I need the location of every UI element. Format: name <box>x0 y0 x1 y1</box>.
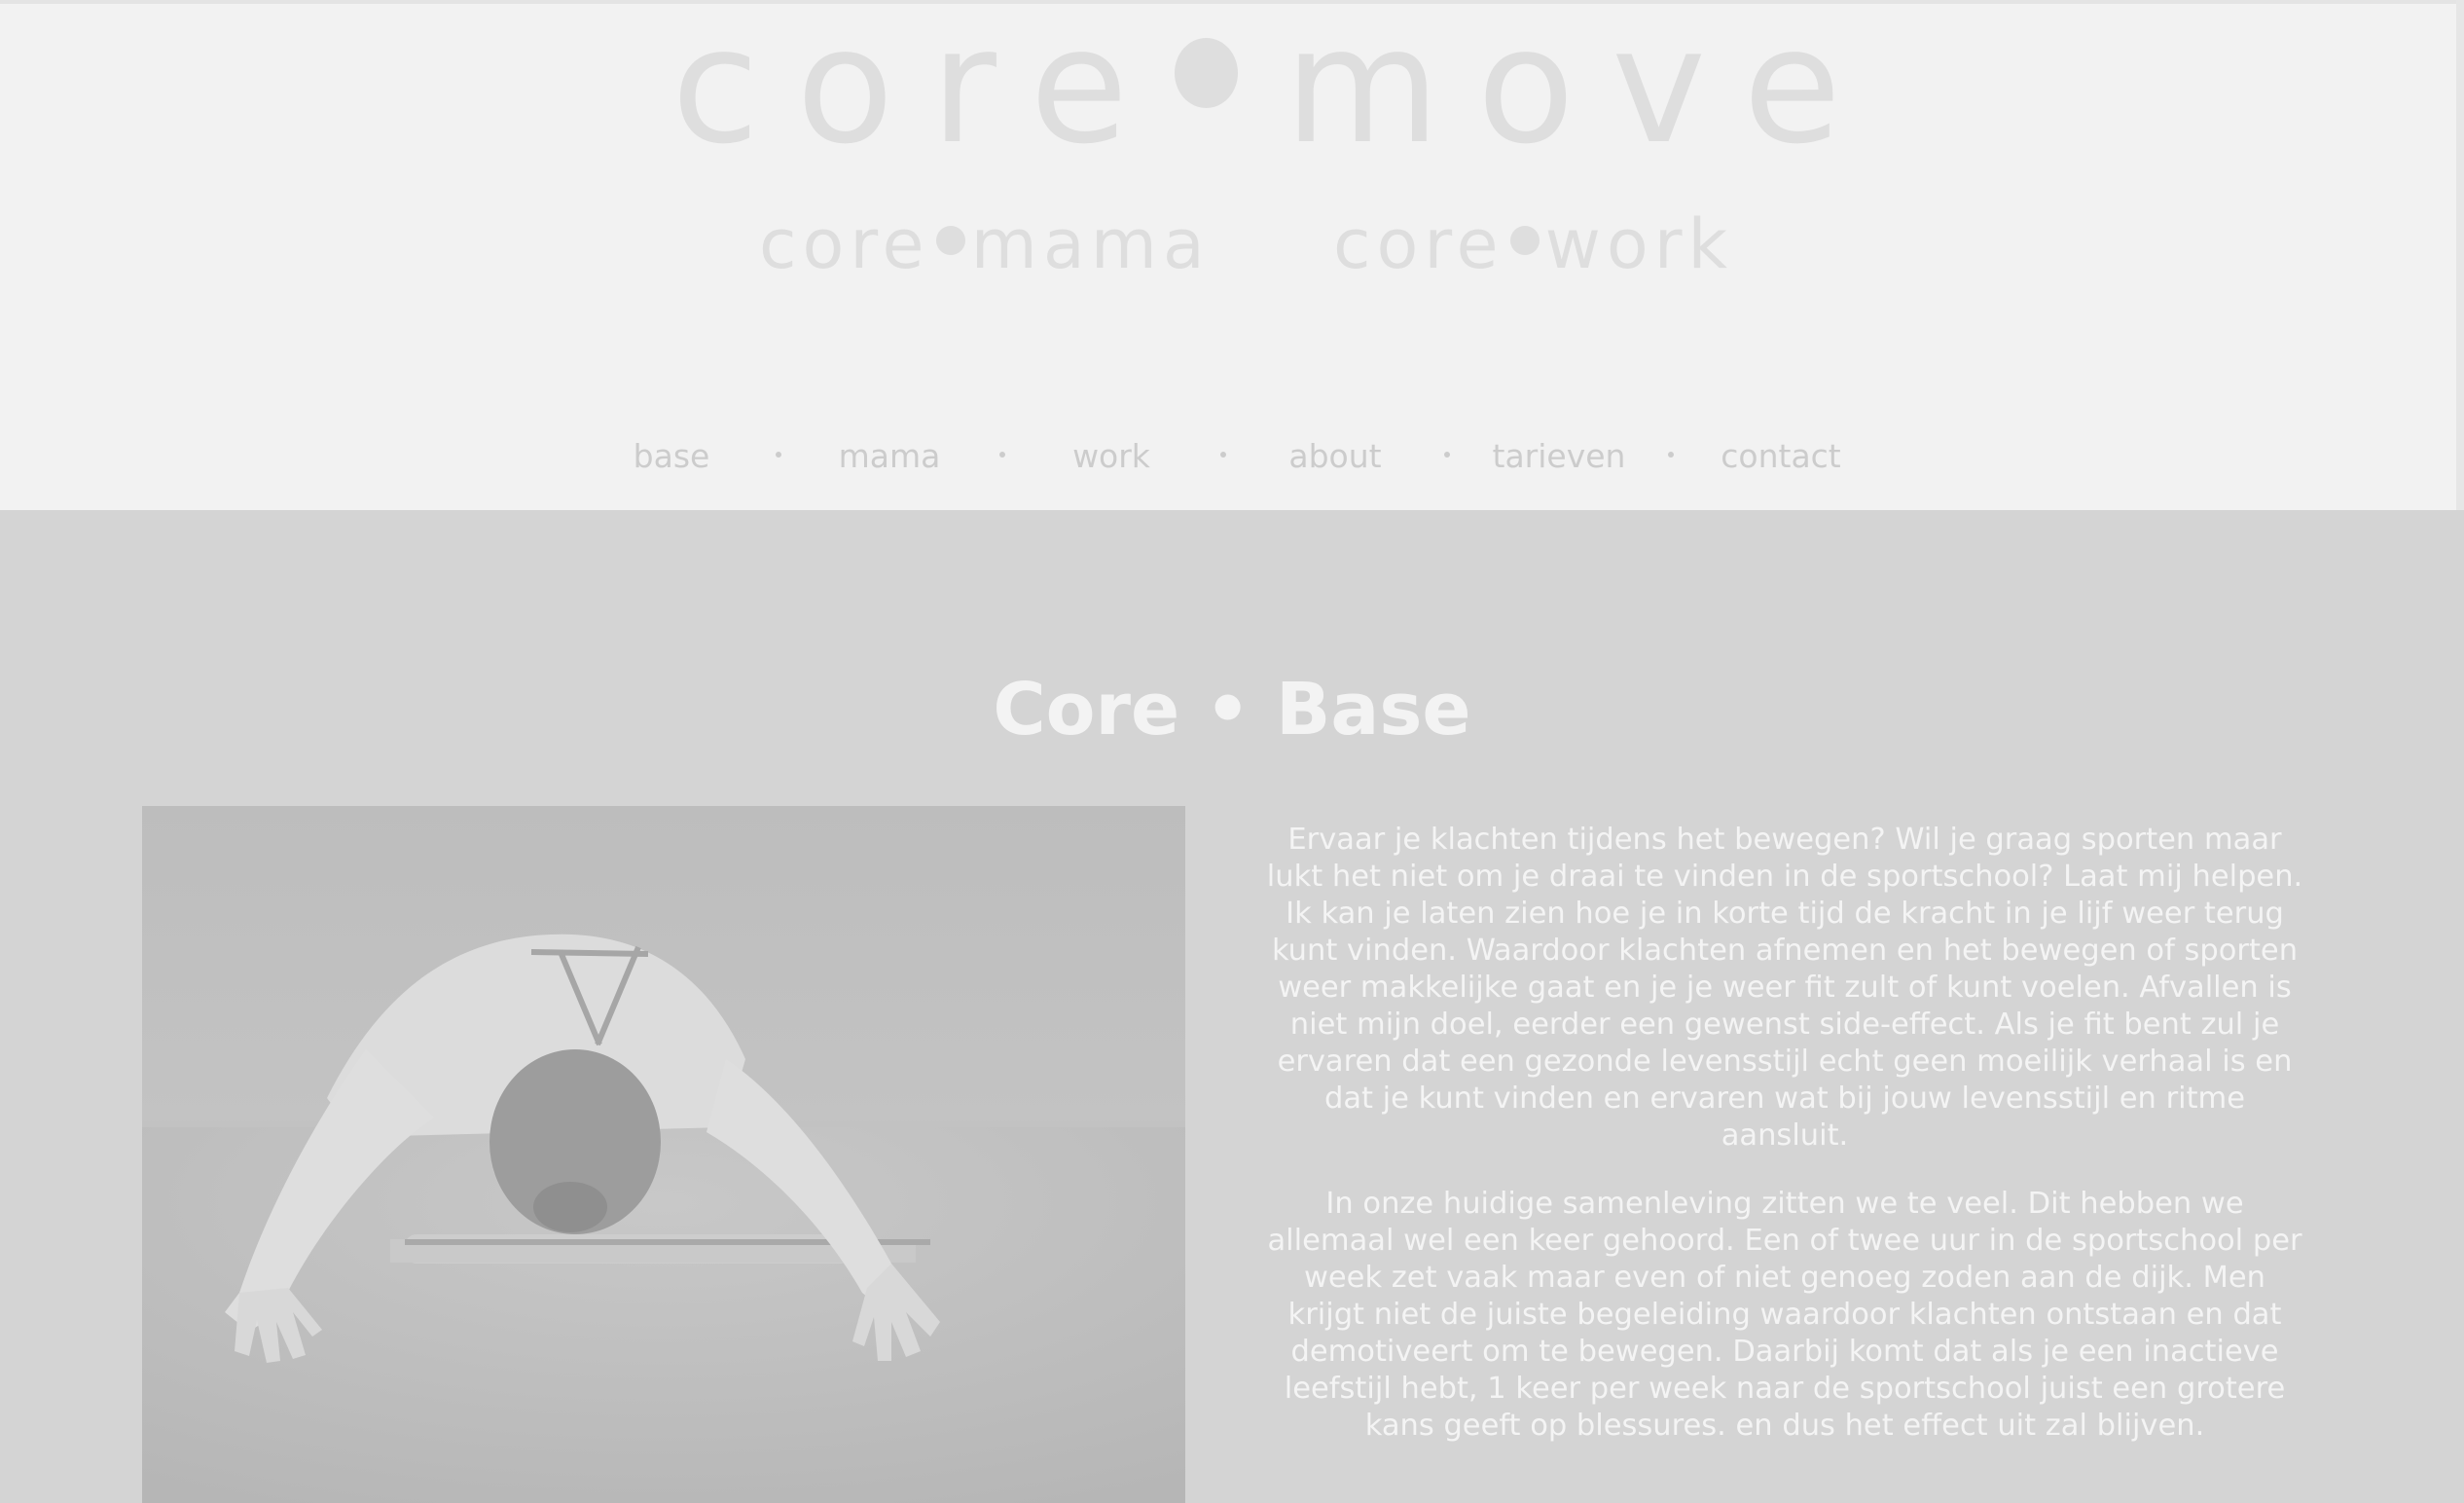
nav-separator-dot-icon <box>1668 452 1674 458</box>
nav-item-work[interactable]: work <box>1024 428 1199 483</box>
nav-item-contact[interactable]: contact <box>1693 428 1868 483</box>
nav-item-about[interactable]: about <box>1248 428 1423 483</box>
core-mama-logo-link[interactable]: core mama <box>759 201 1211 288</box>
yoga-pose-photo <box>142 806 1185 1503</box>
intro-text: Ervaar je klachten tijdens het bewegen? … <box>1261 822 2308 1476</box>
scrollbar-track[interactable] <box>2456 0 2464 510</box>
site-logo[interactable]: core move <box>671 7 1878 166</box>
core-mama-word-core: core <box>759 204 930 284</box>
header-top-line <box>0 0 2464 4</box>
core-work-word-work: work <box>1544 204 1734 284</box>
nav-item-base[interactable]: base <box>584 428 759 483</box>
core-mama-word-mama: mama <box>970 204 1211 284</box>
nav-separator-dot-icon <box>1220 452 1226 458</box>
logo-dot-icon <box>1175 38 1238 108</box>
nav-item-mama[interactable]: mama <box>802 428 977 483</box>
site-header: core move core mama core work base mama … <box>0 0 2464 510</box>
nav-separator-dot-icon <box>999 452 1005 458</box>
nav-item-tarieven[interactable]: tarieven <box>1471 428 1647 483</box>
intro-paragraph: Ervaar je klachten tijdens het bewegen? … <box>1266 823 2303 1153</box>
logo-word-core: core <box>671 0 1166 179</box>
core-mama-dot-icon <box>935 226 965 255</box>
nav-separator-dot-icon <box>776 452 781 458</box>
core-work-dot-icon <box>1509 226 1540 255</box>
page-title: Core • Base <box>993 667 1471 752</box>
yoga-pose-illustration <box>142 806 1185 1503</box>
core-work-logo-link[interactable]: core work <box>1333 201 1733 288</box>
intro-paragraph: In onze huidige samenleving zitten we te… <box>1267 1187 2302 1443</box>
nav-separator-dot-icon <box>1444 452 1450 458</box>
main-content: Core • Base Ervaar je klachten tijdens h… <box>0 510 2464 1503</box>
main-navigation: base mama work about tarieven contact <box>584 428 1888 483</box>
logo-word-move: move <box>1284 0 1878 179</box>
core-work-word-core: core <box>1333 204 1504 284</box>
